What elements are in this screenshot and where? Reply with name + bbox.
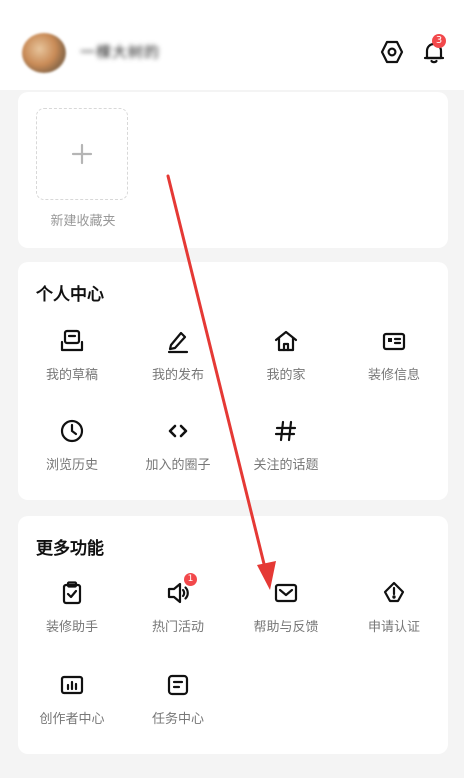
menu-item-label: 我的草稿 bbox=[45, 368, 98, 383]
task-list-icon bbox=[165, 672, 191, 698]
username[interactable]: 一棵大树的 bbox=[80, 42, 180, 62]
menu-item-label: 装修助手 bbox=[45, 620, 98, 635]
notification-badge: 3 bbox=[432, 34, 446, 48]
hashtag-icon bbox=[273, 418, 299, 444]
menu-item-drafts[interactable]: 我的草稿 bbox=[20, 328, 124, 383]
menu-item-my-home[interactable]: 我的家 bbox=[234, 328, 338, 383]
menu-item-label: 我的发布 bbox=[151, 368, 204, 383]
clipboard-check-icon bbox=[59, 580, 85, 606]
menu-item-history[interactable]: 浏览历史 bbox=[20, 418, 124, 473]
menu-item-label: 我的家 bbox=[266, 368, 306, 383]
certification-icon bbox=[381, 580, 407, 606]
clock-icon bbox=[59, 418, 85, 444]
id-card-icon bbox=[381, 328, 407, 354]
menu-item-help-feedback[interactable]: 帮助与反馈 bbox=[234, 580, 338, 635]
personal-center-card: 个人中心 我的草稿 我的发布 我的家 装修信息 浏览历史 加入的圈子 关注的话题 bbox=[18, 262, 448, 500]
pen-icon bbox=[165, 328, 191, 354]
menu-item-label: 热门活动 bbox=[151, 620, 204, 635]
menu-item-label: 帮助与反馈 bbox=[253, 620, 319, 635]
new-folder-label: 新建收藏夹 bbox=[50, 214, 116, 229]
menu-item-label: 加入的圈子 bbox=[145, 458, 211, 473]
hexagon-settings-icon[interactable] bbox=[378, 38, 406, 66]
profile-header: 一棵大树的 3 bbox=[0, 0, 464, 90]
menu-item-task-center[interactable]: 任务中心 bbox=[126, 672, 230, 727]
menu-item-my-posts[interactable]: 我的发布 bbox=[126, 328, 230, 383]
menu-item-label: 创作者中心 bbox=[39, 712, 105, 727]
menu-item-joined-circles[interactable]: 加入的圈子 bbox=[126, 418, 230, 473]
megaphone-icon: 1 bbox=[165, 573, 197, 606]
menu-item-label: 装修信息 bbox=[367, 368, 420, 383]
menu-item-label: 申请认证 bbox=[367, 620, 420, 635]
more-features-title: 更多功能 bbox=[36, 539, 104, 559]
favorites-card: 新建收藏夹 bbox=[18, 92, 448, 248]
chart-icon bbox=[59, 672, 85, 698]
avatar[interactable] bbox=[22, 33, 66, 73]
menu-item-label: 关注的话题 bbox=[253, 458, 319, 473]
menu-item-hot-events[interactable]: 1 热门活动 bbox=[126, 573, 230, 635]
menu-item-label: 浏览历史 bbox=[45, 458, 98, 473]
hot-events-badge: 1 bbox=[184, 573, 197, 586]
code-brackets-icon bbox=[165, 418, 191, 444]
menu-item-creator-center[interactable]: 创作者中心 bbox=[20, 672, 124, 727]
menu-item-followed-topics[interactable]: 关注的话题 bbox=[234, 418, 338, 473]
personal-center-title: 个人中心 bbox=[36, 285, 104, 305]
plus-icon bbox=[71, 143, 93, 165]
draft-icon bbox=[59, 328, 85, 354]
menu-item-label: 任务中心 bbox=[151, 712, 204, 727]
home-icon bbox=[273, 328, 299, 354]
menu-item-apply-certification[interactable]: 申请认证 bbox=[342, 580, 446, 635]
more-features-card: 更多功能 装修助手 1 热门活动 帮助与反馈 申请认证 创作者中心 任务中心 bbox=[18, 516, 448, 754]
new-folder-button[interactable] bbox=[36, 108, 128, 200]
menu-item-renovation-assistant[interactable]: 装修助手 bbox=[20, 580, 124, 635]
menu-item-renovation-info[interactable]: 装修信息 bbox=[342, 328, 446, 383]
mail-icon bbox=[273, 580, 299, 606]
